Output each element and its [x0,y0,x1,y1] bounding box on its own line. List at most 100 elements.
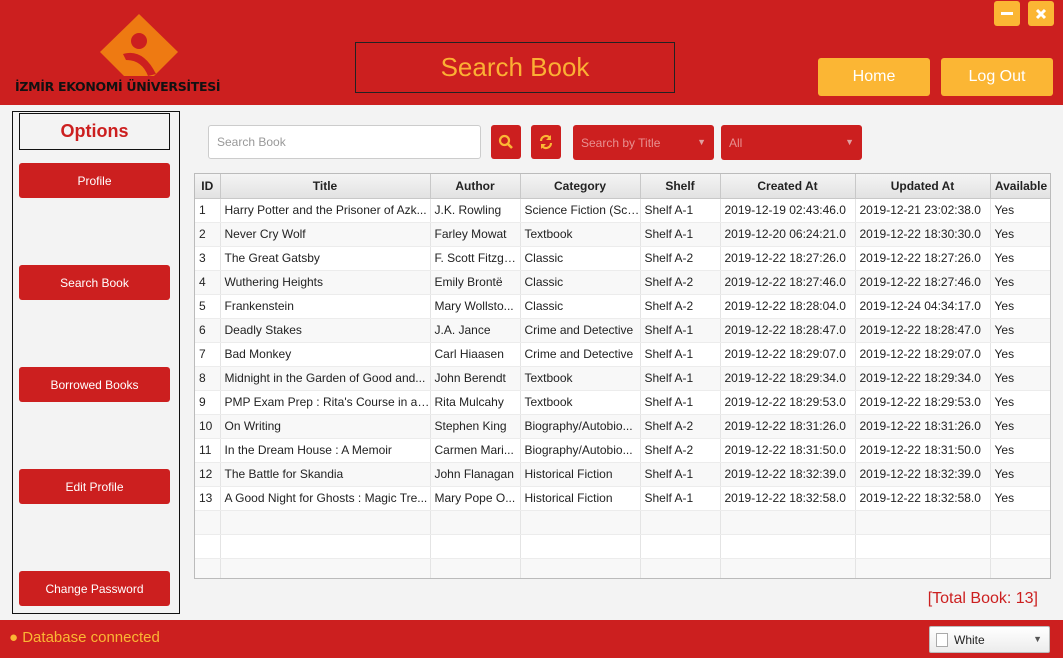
filter-select[interactable]: All ▼ [721,125,862,160]
table-row[interactable]: 1 Harry Potter and the Prisoner of Azk...… [195,198,1050,223]
sidebar-item-search-book[interactable]: Search Book [19,265,170,300]
column-header[interactable]: Created At [720,174,856,199]
table-cell: PMP Exam Prep : Rita's Course in a B... [220,390,431,415]
color-swatch-icon [936,632,948,647]
table-cell: Farley Mowat [430,222,521,247]
table-cell [720,534,856,559]
table-cell: 2019-12-22 18:32:39.0 [720,462,856,487]
column-header[interactable]: Author [430,174,521,199]
university-logo: İZMİR EKONOMİ ÜNİVERSİTESİ [15,12,265,97]
table-cell: Yes [990,414,1050,439]
table-cell: 2019-12-22 18:28:04.0 [720,294,856,319]
search-by-value: Search by Title [581,135,661,150]
table-cell: Yes [990,198,1050,223]
table-cell: 2019-12-22 18:29:07.0 [855,342,991,367]
table-row[interactable]: 4 Wuthering Heights Emily Brontë Classic She… [195,270,1050,295]
table-cell: The Great Gatsby [220,246,431,271]
sidebar-item-change-password[interactable]: Change Password [19,571,170,606]
table-row[interactable]: 5 Frankenstein Mary Wollsto... Classic Shelf… [195,294,1050,319]
table-cell: Yes [990,222,1050,247]
table-cell: Shelf A-2 [640,414,721,439]
table-cell: Shelf A-1 [640,462,721,487]
table-row[interactable]: 2 Never Cry Wolf Farley Mowat Textbook Shelf… [195,222,1050,247]
table-cell: 2019-12-20 06:24:21.0 [720,222,856,247]
sidebar-item-edit-profile[interactable]: Edit Profile [19,469,170,504]
column-header[interactable]: Shelf [640,174,721,199]
table-cell: Shelf A-1 [640,198,721,223]
table-cell: F. Scott Fitzge... [430,246,521,271]
table-cell: Mary Wollsto... [430,294,521,319]
search-icon [498,134,513,149]
table-cell: 2 [195,222,221,247]
refresh-icon [539,134,553,150]
table-cell: Yes [990,246,1050,271]
search-button[interactable] [491,125,521,159]
table-cell: Biography/Autobio... [520,414,641,439]
table-cell: 2019-12-19 02:43:46.0 [720,198,856,223]
table-cell [220,558,431,578]
table-cell [990,510,1050,535]
table-cell [990,534,1050,559]
table-row[interactable]: 13 A Good Night for Ghosts : Magic Tre...… [195,486,1050,511]
empty-table-row [195,558,1050,578]
table-cell: Historical Fiction [520,486,641,511]
column-header[interactable]: ID [195,174,221,199]
column-header[interactable]: Category [520,174,641,199]
table-row[interactable]: 8 Midnight in the Garden of Good and... Jo… [195,366,1050,391]
logout-button[interactable]: Log Out [941,58,1053,96]
table-row[interactable]: 7 Bad Monkey Carl Hiaasen Crime and Detecti… [195,342,1050,367]
table-row[interactable]: 3 The Great Gatsby F. Scott Fitzge... Class… [195,246,1050,271]
table-cell: 2019-12-24 04:34:17.0 [855,294,991,319]
refresh-button[interactable] [531,125,561,159]
table-cell: 6 [195,318,221,343]
minimize-button[interactable] [994,1,1020,26]
table-cell: Shelf A-1 [640,366,721,391]
sidebar-item-borrowed-books[interactable]: Borrowed Books [19,367,170,402]
table-cell: Yes [990,438,1050,463]
table-cell: Yes [990,390,1050,415]
table-cell: Shelf A-1 [640,486,721,511]
table-cell: Shelf A-2 [640,246,721,271]
table-cell: 2019-12-22 18:29:53.0 [855,390,991,415]
table-cell: Deadly Stakes [220,318,431,343]
search-by-select[interactable]: Search by Title ▼ [573,125,714,160]
table-row[interactable]: 11 In the Dream House : A Memoir Carmen Ma… [195,438,1050,463]
table-cell: Midnight in the Garden of Good and... [220,366,431,391]
table-row[interactable]: 9 PMP Exam Prep : Rita's Course in a B...… [195,390,1050,415]
table-cell [520,558,641,578]
table-row[interactable]: 12 The Battle for Skandia John Flanagan His… [195,462,1050,487]
close-button[interactable] [1028,1,1054,26]
table-cell: 2019-12-22 18:31:26.0 [855,414,991,439]
options-heading: Options [19,113,170,150]
table-cell: Crime and Detective [520,342,641,367]
sidebar-item-profile[interactable]: Profile [19,163,170,198]
table-row[interactable]: 6 Deadly Stakes J.A. Jance Crime and Detect… [195,318,1050,343]
options-sidebar: Options Profile Search Book Borrowed Boo… [12,111,180,614]
table-cell [720,558,856,578]
table-cell: John Flanagan [430,462,521,487]
table-cell [855,510,991,535]
table-cell: Yes [990,486,1050,511]
search-input[interactable] [208,125,481,159]
options-title: Options [60,121,129,141]
table-cell [990,558,1050,578]
table-cell: 9 [195,390,221,415]
table-row[interactable]: 10 On Writing Stephen King Biography/Autobi… [195,414,1050,439]
table-cell: On Writing [220,414,431,439]
table-cell: John Berendt [430,366,521,391]
table-cell: Shelf A-1 [640,342,721,367]
table-cell: 2019-12-22 18:32:58.0 [855,486,991,511]
books-table[interactable]: ID Title Author Category Shelf Created At Upda… [194,173,1051,579]
table-cell: 4 [195,270,221,295]
table-cell: Historical Fiction [520,462,641,487]
column-header[interactable]: Available [990,174,1050,199]
table-cell [520,510,641,535]
home-button[interactable]: Home [818,58,930,96]
table-cell: 2019-12-22 18:31:26.0 [720,414,856,439]
empty-table-row [195,534,1050,559]
table-cell: 12 [195,462,221,487]
column-header[interactable]: Title [220,174,431,199]
column-header[interactable]: Updated At [855,174,991,199]
table-cell: Carl Hiaasen [430,342,521,367]
theme-select[interactable]: White ▼ [929,626,1050,653]
